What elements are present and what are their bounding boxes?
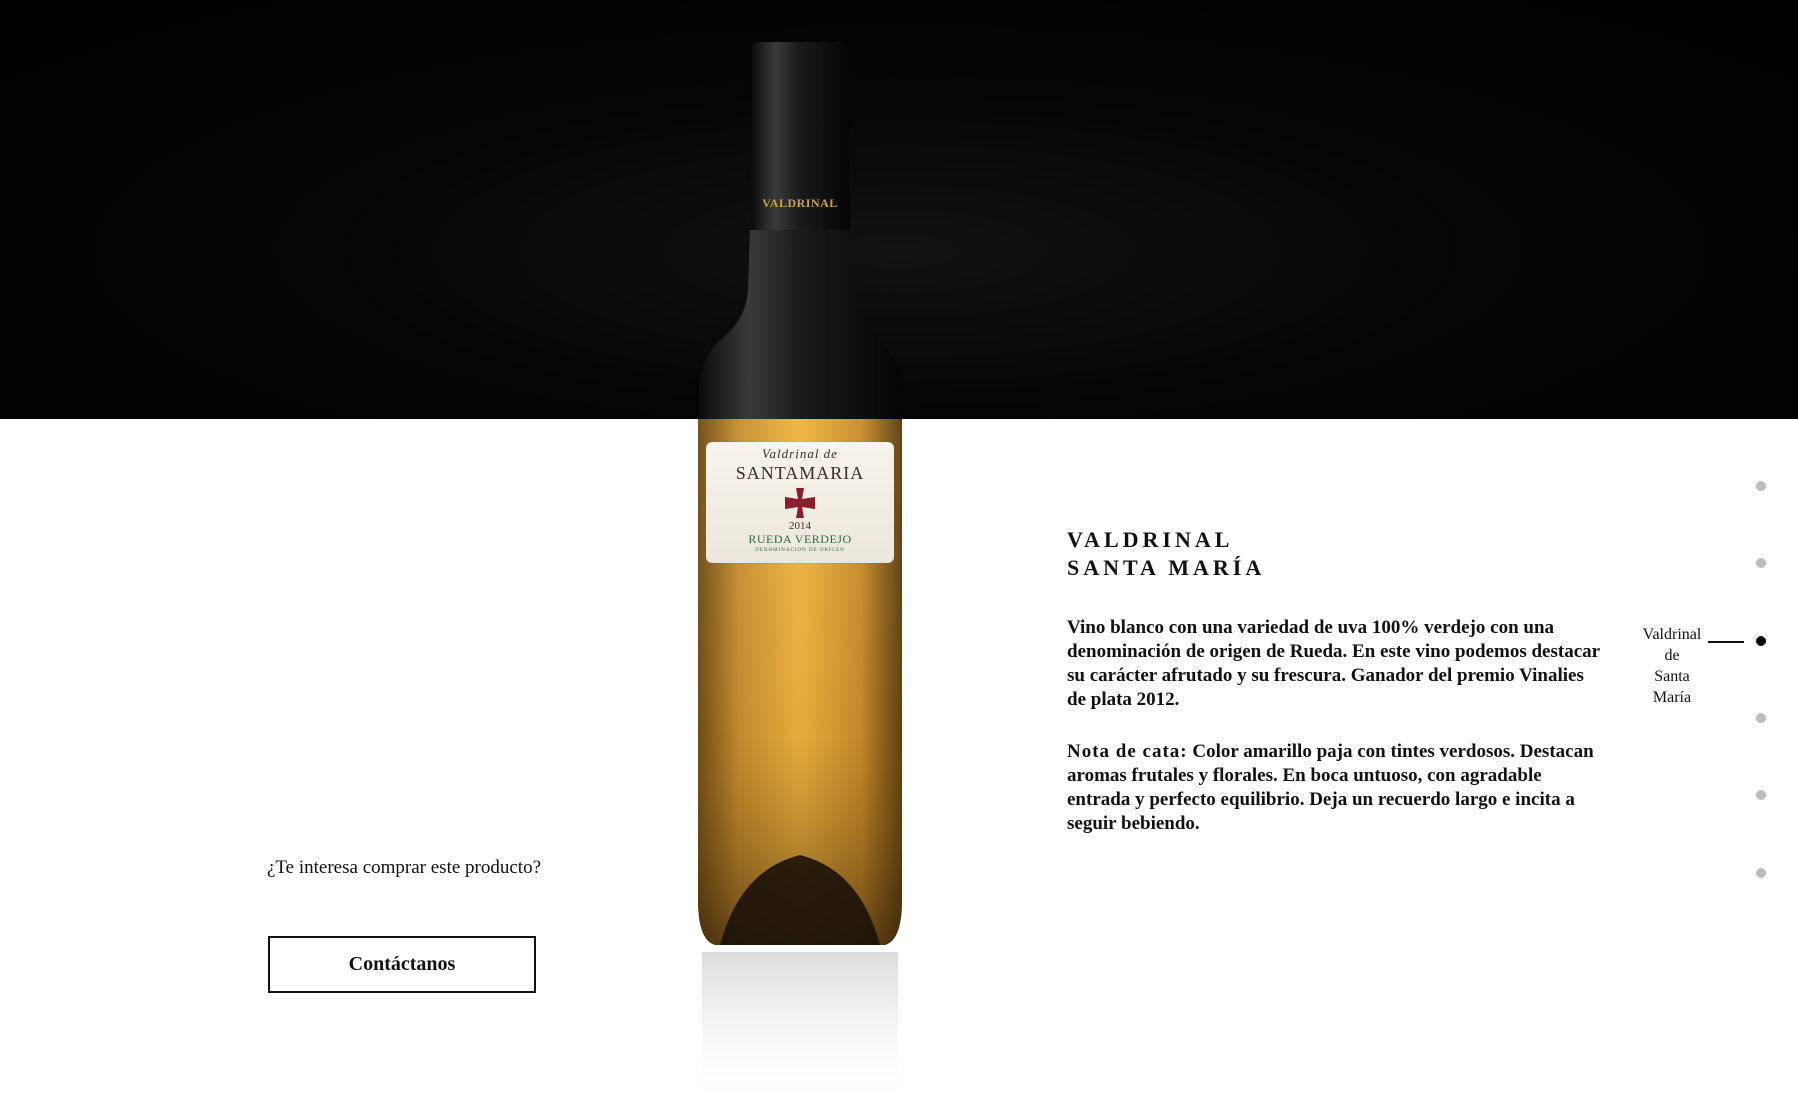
side-nav-dot-1[interactable] <box>1756 481 1766 491</box>
neck-brand-text: VALDRINAL <box>762 196 838 210</box>
product-title-line2: SANTA MARÍA <box>1067 555 1266 580</box>
label-wine-type: RUEDA VERDEJO <box>748 532 852 546</box>
bottle-label: Valdrinal de SANTAMARIA 2014 RUEDA VERDE… <box>706 442 894 563</box>
label-brand-text: SANTAMARIA <box>735 463 865 483</box>
side-nav-dot-5[interactable] <box>1756 790 1766 800</box>
side-nav-active-label: Valdrinal de Santa María <box>1628 624 1716 708</box>
contact-button[interactable]: Contáctanos <box>268 936 536 993</box>
side-nav-dot-2[interactable] <box>1756 558 1766 568</box>
side-nav-dot-4[interactable] <box>1756 713 1766 723</box>
label-script-text: Valdrinal de <box>762 446 838 461</box>
side-nav-label-line4: María <box>1652 689 1692 706</box>
tasting-note-label: Nota de cata: <box>1067 741 1188 762</box>
side-nav-dot-6[interactable] <box>1756 868 1766 878</box>
product-title-line1: VALDRINAL <box>1067 527 1234 552</box>
side-nav-dot-3[interactable] <box>1756 636 1766 646</box>
label-denomination: DENOMINACION DE ORIGEN <box>755 548 845 553</box>
side-nav-label-line2: de <box>1664 647 1680 664</box>
cross-emblem-icon <box>785 488 815 518</box>
cta-question: ¿Te interesa comprar este producto? <box>266 857 542 878</box>
label-year: 2014 <box>789 520 811 532</box>
side-nav-label-line3: Santa <box>1654 668 1690 685</box>
product-title: VALDRINAL SANTA MARÍA <box>1067 526 1487 582</box>
side-nav-label-line1: Valdrinal <box>1642 626 1702 643</box>
side-nav-indicator-line <box>1708 641 1744 643</box>
wine-bottle-image: VALDRINAL Valdrinal de SANTAMARIA 2014 R… <box>680 40 920 1108</box>
tasting-note: Nota de cata: Color amarillo paja con ti… <box>1067 740 1607 836</box>
product-description: Vino blanco con una variedad de uva 100%… <box>1067 617 1600 710</box>
